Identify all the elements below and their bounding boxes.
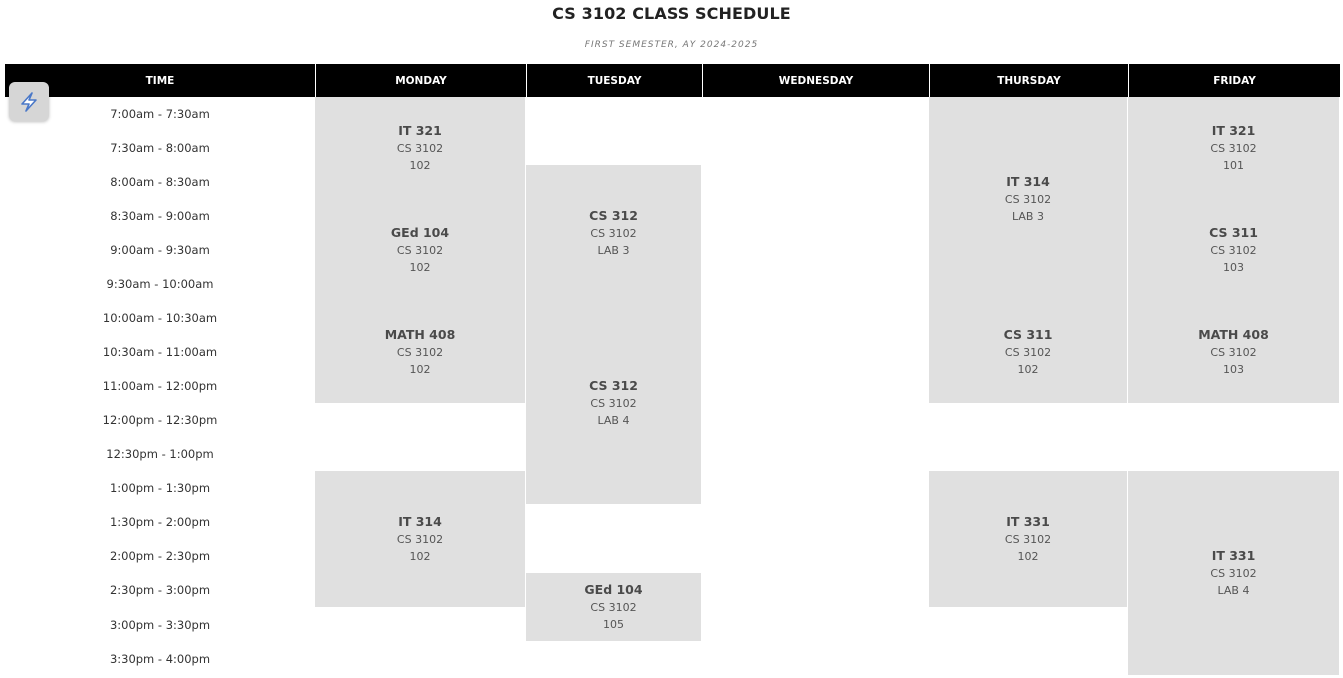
room-label: 103	[1223, 261, 1244, 274]
header-friday: FRIDAY	[1128, 64, 1340, 97]
class-block-monday: IT 321 CS 3102 102	[315, 97, 526, 200]
course-code: MATH 408	[384, 327, 456, 342]
page-title: CS 3102 CLASS SCHEDULE	[552, 4, 791, 23]
time-slot: 8:30am - 9:00am	[110, 209, 210, 223]
class-block-friday: MATH 408 CS 3102 103	[1128, 301, 1340, 404]
room-label: 102	[409, 550, 431, 563]
header-monday: MONDAY	[315, 64, 526, 97]
time-slot: 8:00am - 8:30am	[110, 175, 210, 189]
section-label: CS 3102	[1210, 346, 1257, 359]
class-block-thursday: IT 314 CS 3102 LAB 3	[929, 97, 1128, 302]
room-label: LAB 4	[1217, 584, 1250, 597]
section-label: CS 3102	[396, 244, 444, 257]
room-label: LAB 3	[597, 244, 630, 257]
time-slot: 12:30pm - 1:00pm	[106, 447, 214, 461]
time-slot: 1:00pm - 1:30pm	[109, 481, 211, 495]
time-slot: 1:30pm - 2:00pm	[109, 515, 211, 529]
section-label: CS 3102	[590, 227, 637, 240]
header-tuesday: TUESDAY	[526, 64, 702, 97]
room-label: LAB 4	[597, 413, 630, 427]
course-code: IT 314	[398, 514, 442, 529]
course-code: CS 312	[589, 208, 638, 223]
page-subtitle: FIRST SEMESTER, AY 2024-2025	[584, 40, 759, 50]
time-slot: 12:00pm - 12:30pm	[102, 413, 218, 427]
room-label: 105	[603, 618, 624, 631]
course-code: GEd 104	[390, 225, 450, 240]
course-code: CS 311	[1003, 327, 1053, 342]
class-block-friday: IT 321 CS 3102 101	[1128, 97, 1340, 200]
course-code: MATH 408	[1198, 327, 1269, 342]
room-label: 102	[409, 261, 431, 274]
time-slot: 3:00pm - 3:30pm	[109, 618, 211, 632]
class-block-friday: CS 311 CS 3102 103	[1128, 199, 1340, 302]
class-block-tuesday: GEd 104 CS 3102 105	[526, 573, 702, 642]
floating-extension-button[interactable]	[9, 82, 49, 121]
course-code: IT 331	[1006, 514, 1050, 529]
class-block-monday: GEd 104 CS 3102 102	[315, 199, 526, 302]
section-label: CS 3102	[396, 142, 444, 155]
section-label: CS 3102	[396, 346, 444, 359]
time-slot: 10:00am - 10:30am	[102, 311, 218, 325]
room-label: 102	[409, 159, 431, 172]
section-label: CS 3102	[590, 396, 637, 410]
class-block-thursday: IT 331 CS 3102 102	[929, 471, 1128, 608]
course-code: IT 321	[1211, 123, 1256, 138]
class-block-friday: IT 331 CS 3102 LAB 4	[1128, 471, 1340, 676]
section-label: CS 3102	[1004, 346, 1052, 359]
time-slot: 10:30am - 11:00am	[102, 345, 218, 359]
room-label: 101	[1223, 159, 1244, 172]
time-slot: 11:00am - 12:00pm	[102, 379, 218, 393]
class-block-monday: MATH 408 CS 3102 102	[315, 301, 526, 404]
course-code: IT 321	[398, 123, 442, 138]
time-slot: 9:30am - 10:00am	[106, 277, 214, 291]
section-label: CS 3102	[1004, 193, 1052, 206]
course-code: CS 312	[589, 377, 638, 393]
room-label: 103	[1223, 363, 1244, 376]
time-slot: 7:30am - 8:00am	[110, 141, 210, 155]
room-label: 102	[1017, 363, 1039, 376]
room-label: 102	[409, 363, 431, 376]
section-label: CS 3102	[396, 533, 444, 546]
course-code: CS 311	[1209, 225, 1258, 240]
class-block-monday: IT 314 CS 3102 102	[315, 471, 526, 608]
section-label: CS 3102	[1210, 567, 1257, 580]
header-wednesday: WEDNESDAY	[702, 64, 929, 97]
header-time: TIME	[5, 64, 315, 97]
time-slot: 9:00am - 9:30am	[110, 243, 210, 257]
class-block-tuesday: CS 312 CS 3102 LAB 4	[526, 301, 702, 505]
section-label: CS 3102	[1004, 533, 1052, 546]
course-code: IT 331	[1211, 548, 1256, 563]
lightning-bolt-icon	[21, 91, 37, 112]
time-slot: 2:00pm - 2:30pm	[109, 549, 211, 563]
time-slot: 2:30pm - 3:00pm	[109, 583, 211, 597]
section-label: CS 3102	[1210, 142, 1257, 155]
time-slot: 3:30pm - 4:00pm	[109, 652, 211, 666]
time-slot: 7:00am - 7:30am	[110, 107, 210, 121]
class-block-tuesday: CS 312 CS 3102 LAB 3	[526, 165, 702, 302]
course-code: IT 314	[1006, 174, 1050, 189]
class-block-thursday: CS 311 CS 3102 102	[929, 301, 1128, 404]
section-label: CS 3102	[590, 601, 637, 614]
course-code: GEd 104	[584, 582, 643, 597]
room-label: 102	[1017, 550, 1039, 563]
section-label: CS 3102	[1210, 244, 1257, 257]
header-thursday: THURSDAY	[929, 64, 1128, 97]
room-label: LAB 3	[1012, 210, 1044, 223]
